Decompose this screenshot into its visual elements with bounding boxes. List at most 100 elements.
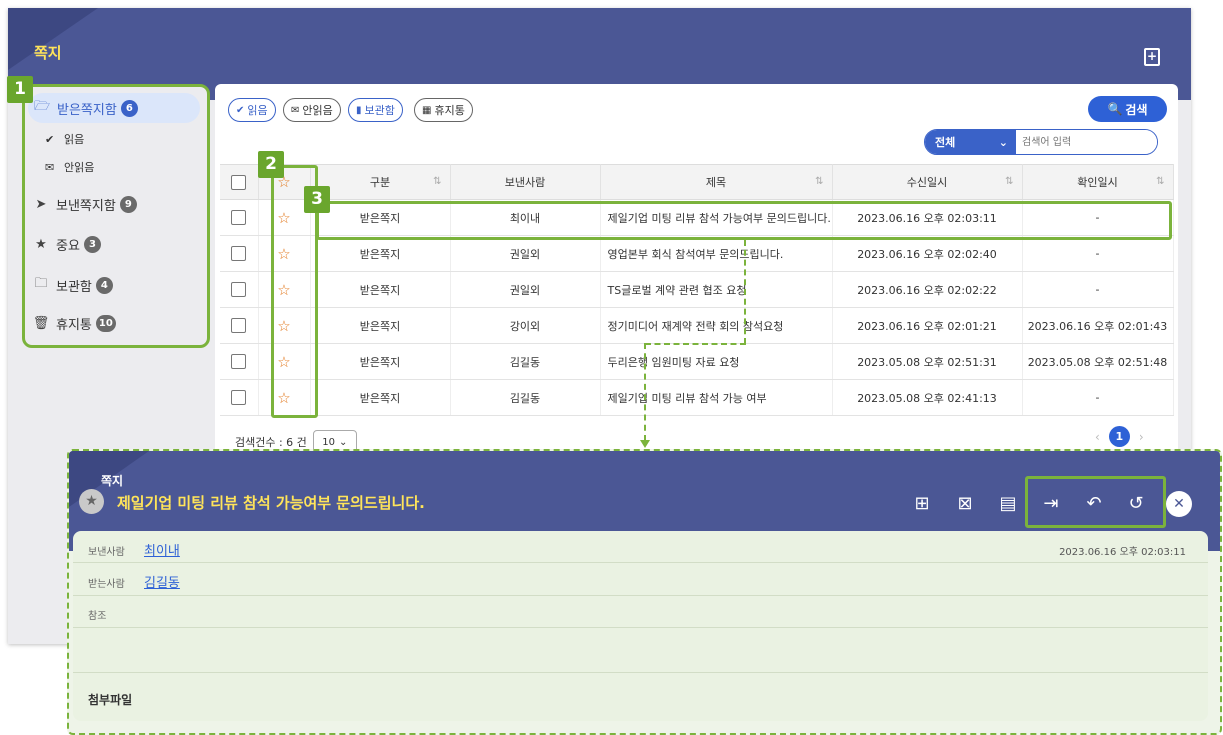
prev-page-icon[interactable]: ‹: [1095, 430, 1100, 444]
delete-icon[interactable]: ⊠: [953, 493, 977, 514]
page-size-value: 10: [322, 436, 335, 448]
table-row[interactable]: ☆ 받은쪽지 김길동 제일기업 미팅 리뷰 참석 가능 여부 2023.05.0…: [220, 379, 1174, 416]
cell-sender: 권일외: [450, 235, 601, 272]
cell-received: 2023.06.16 오후 02:02:22: [832, 271, 1023, 308]
search-button[interactable]: 🔍 검색: [1088, 96, 1167, 122]
row-checkbox[interactable]: [231, 282, 247, 297]
pagination: ‹ 1 ›: [1095, 426, 1144, 447]
cell-subject[interactable]: 제일기업 미팅 리뷰 참석 가능 여부: [600, 379, 833, 416]
sidebar-item-inbox[interactable]: 🗁 받은쪽지함 6: [28, 93, 200, 123]
close-icon[interactable]: ✕: [1166, 491, 1192, 517]
cell-checked: 2023.05.08 오후 02:51:48: [1022, 343, 1174, 380]
check-icon: ✔: [236, 104, 245, 116]
connector-line: [645, 343, 746, 345]
row-checkbox[interactable]: [231, 246, 247, 261]
row-checkbox[interactable]: [231, 354, 247, 369]
filter-label: 휴지통: [434, 104, 465, 117]
filter-read-button[interactable]: ✔ 읽음: [228, 98, 276, 122]
row-checkbox[interactable]: [231, 390, 247, 405]
cell-checked: -: [1022, 379, 1174, 416]
column-subject[interactable]: 제목 ⇅: [600, 164, 833, 200]
sidebar-item-unread[interactable]: ✉ 안읽음: [45, 159, 94, 175]
filter-label: 읽음: [247, 104, 268, 117]
cell-checked: 2023.06.16 오후 02:01:43: [1022, 307, 1174, 344]
count-badge: 3: [83, 236, 101, 253]
sidebar-item-label: 휴지통: [56, 318, 92, 333]
archive-icon[interactable]: ▤: [996, 493, 1020, 514]
sidebar-item-trash[interactable]: 🗑 휴지통 10: [32, 314, 116, 333]
next-page-icon[interactable]: ›: [1139, 430, 1144, 444]
envelope-icon: ✉: [45, 160, 55, 174]
column-received[interactable]: 수신일시 ⇅: [832, 164, 1023, 200]
result-count-label: 검색건수 : 6 건: [235, 436, 307, 449]
sidebar-item-important[interactable]: ★ 중요 3: [32, 235, 101, 254]
message-title: 제일기업 미팅 리뷰 참석 가능여부 문의드립니다.: [117, 494, 425, 512]
sidebar-item-read[interactable]: ✔ 읽음: [45, 131, 84, 147]
table-row[interactable]: ☆ 받은쪽지 강이외 정기미디어 재계약 전략 회의 참석요청 2023.06.…: [220, 307, 1174, 344]
column-sender[interactable]: 보낸사람: [450, 164, 601, 200]
sender-key: 보낸사람: [88, 547, 125, 558]
cell-received: 2023.05.08 오후 02:51:31: [832, 343, 1023, 380]
column-type[interactable]: 구분 ⇅: [310, 164, 451, 200]
sort-icon[interactable]: ⇅: [1156, 176, 1164, 187]
cell-subject[interactable]: 영업본부 회식 참석여부 문의드립니다.: [600, 235, 833, 272]
envelope-icon: ✉: [291, 104, 300, 116]
callout-1: 1: [7, 76, 33, 103]
filter-archive-button[interactable]: ▮ 보관함: [348, 98, 403, 122]
star-icon[interactable]: ★: [79, 489, 104, 514]
search-button-label: 검색: [1125, 102, 1148, 117]
sort-icon[interactable]: ⇅: [433, 176, 441, 187]
sidebar-item-label: 받은쪽지함: [57, 102, 117, 118]
chevron-down-icon: ⌄: [998, 135, 1008, 149]
sidebar-item-archive[interactable]: 🗀 보관함 4: [32, 274, 113, 296]
cell-sender: 권일외: [450, 271, 601, 308]
filter-unread-button[interactable]: ✉ 안읽음: [283, 98, 341, 122]
folder-icon: ▮: [356, 104, 362, 116]
message-list-panel: ✔ 읽음 ✉ 안읽음 ▮ 보관함 ▦ 휴지통 🔍 검색 전체 ⌄ ☆ 구분⇅: [215, 84, 1178, 456]
sender-link[interactable]: 최이내: [144, 540, 180, 559]
filter-trash-button[interactable]: ▦ 휴지통: [414, 98, 473, 122]
table-row[interactable]: ☆ 받은쪽지 김길동 두리은행 임원미팅 자료 요청 2023.05.08 오후…: [220, 343, 1174, 380]
table-row[interactable]: ☆ 받은쪽지 권일외 TS글로벌 계약 관련 협조 요청 2023.06.16 …: [220, 271, 1174, 308]
attachment-label: 첨부파일: [88, 693, 133, 707]
trash-icon: ▦: [422, 104, 432, 116]
cell-type: 받은쪽지: [310, 343, 451, 380]
select-all-checkbox[interactable]: [231, 174, 247, 190]
table-header-row: ☆ 구분 ⇅ 보낸사람 제목 ⇅ 수신일시 ⇅ 확인일시 ⇅: [220, 164, 1174, 200]
table-row[interactable]: ☆ 받은쪽지 권일외 영업본부 회식 참석여부 문의드립니다. 2023.06.…: [220, 235, 1174, 272]
sort-icon[interactable]: ⇅: [1005, 176, 1013, 187]
column-label: 제목: [705, 176, 727, 189]
row-checkbox[interactable]: [231, 318, 247, 333]
cell-subject[interactable]: TS글로벌 계약 관련 협조 요청: [600, 271, 833, 308]
sidebar-item-sent[interactable]: ➤ 보낸쪽지함 9: [32, 195, 137, 214]
search-input[interactable]: [1016, 130, 1157, 154]
recipient-link[interactable]: 김길동: [144, 572, 180, 591]
column-checked[interactable]: 확인일시 ⇅: [1022, 164, 1174, 200]
sort-icon[interactable]: ⇅: [815, 176, 823, 187]
row-checkbox[interactable]: [231, 210, 247, 225]
column-label: 수신일시: [906, 176, 948, 189]
search-scope-select[interactable]: 전체 ⌄: [925, 130, 1016, 154]
new-message-icon[interactable]: ⊞: [910, 493, 934, 514]
page-button[interactable]: 1: [1108, 426, 1130, 447]
select-all-header: [220, 164, 259, 200]
sidebar-item-label: 안읽음: [64, 161, 95, 174]
cell-received: 2023.05.08 오후 02:41:13: [832, 379, 1023, 416]
cell-subject[interactable]: 정기미디어 재계약 전략 회의 참석요청: [600, 307, 833, 344]
window-title: 쪽지: [34, 44, 62, 62]
recipient-row: 받는사람 김길동: [73, 563, 1208, 596]
filter-label: 안읽음: [302, 104, 333, 117]
new-message-icon[interactable]: +: [1144, 48, 1160, 66]
count-badge: 4: [95, 276, 113, 294]
chevron-down-icon: ⌄: [338, 436, 348, 448]
cell-type: 받은쪽지: [310, 379, 451, 416]
reply-actions-highlight: [1025, 476, 1166, 528]
connector-line: [744, 240, 746, 344]
search-bar: 전체 ⌄: [924, 129, 1158, 155]
cell-received: 2023.06.16 오후 02:01:21: [832, 307, 1023, 344]
cell-subject[interactable]: 두리은행 임원미팅 자료 요청: [600, 343, 833, 380]
cc-row: 참조: [73, 596, 1208, 628]
sidebar-item-label: 읽음: [64, 133, 85, 146]
count-badge: 9: [119, 196, 137, 213]
message-detail-popup: 쪽지 ★ 제일기업 미팅 리뷰 참석 가능여부 문의드립니다. ⊞ ⊠ ▤ ⇥ …: [67, 449, 1222, 735]
